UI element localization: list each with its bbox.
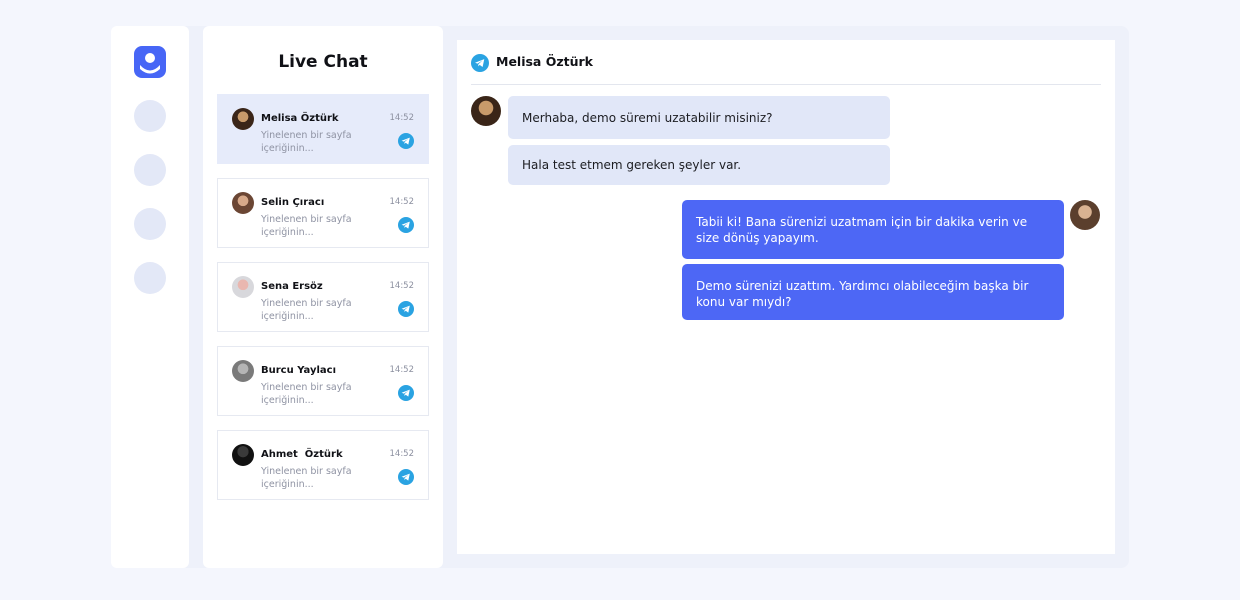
conversation-name: Burcu Yaylacı [261,365,337,376]
conversation-item-burcu[interactable]: Burcu Yaylacı 14:52 Yinelenen bir sayfa … [217,346,429,416]
conversation-preview: Yinelenen bir sayfa içeriğinin... [261,214,352,238]
conversation-time: 14:52 [389,281,415,291]
telegram-icon [398,301,414,317]
message-text: Demo sürenizi uzattım. Yardımcı olabilec… [696,279,1029,309]
chat-header: Melisa Öztürk [471,40,1101,85]
conversation-name: Ahmet Öztürk [261,449,343,460]
nav-item-3[interactable] [134,208,166,240]
conversation-time: 14:52 [389,113,415,123]
icon-rail [111,26,189,568]
nav-item-4[interactable] [134,262,166,294]
live-chat-app: Live Chat Melisa Öztürk 14:52 Yinelenen … [111,26,1129,568]
message-outgoing: Demo sürenizi uzattım. Yardımcı olabilec… [682,264,1064,320]
chat-header-title: Melisa Öztürk [496,54,593,69]
chat-panel: Melisa Öztürk Merhaba, demo süremi uzata… [457,40,1115,554]
message-text: Hala test etmem gereken şeyler var. [522,158,742,172]
telegram-icon [398,133,414,149]
list-title: Live Chat [278,52,368,72]
nav-item-1[interactable] [134,100,166,132]
message-incoming: Merhaba, demo süremi uzatabilir misiniz? [508,96,890,139]
conversation-item-melisa[interactable]: Melisa Öztürk 14:52 Yinelenen bir sayfa … [217,94,429,164]
conversation-preview: Yinelenen bir sayfa içeriğinin... [261,130,352,154]
avatar [232,276,254,298]
telegram-icon [398,217,414,233]
conversation-item-ahmet[interactable]: Ahmet Öztürk 14:52 Yinelenen bir sayfa i… [217,430,429,500]
conversation-preview: Yinelenen bir sayfa içeriğinin... [261,466,352,490]
avatar [232,360,254,382]
telegram-icon [471,54,489,72]
conversation-name: Selin Çıracı [261,197,325,208]
agent-avatar [1070,200,1100,230]
conversation-name: Melisa Öztürk [261,113,339,124]
message-text: Merhaba, demo süremi uzatabilir misiniz? [522,110,773,125]
conversation-time: 14:52 [389,197,415,207]
avatar [232,444,254,466]
conversation-preview: Yinelenen bir sayfa içeriğinin... [261,382,352,406]
logo-icon[interactable] [134,46,166,78]
conversation-name: Sena Ersöz [261,281,323,292]
avatar [232,192,254,214]
conversation-list: Live Chat Melisa Öztürk 14:52 Yinelenen … [203,26,443,568]
nav-item-2[interactable] [134,154,166,186]
conversation-time: 14:52 [389,365,415,375]
conversation-time: 14:52 [389,449,415,459]
message-text: Tabii ki! Bana sürenizi uzatmam için bir… [696,215,1028,245]
message-outgoing: Tabii ki! Bana sürenizi uzatmam için bir… [682,200,1064,259]
conversation-item-sena[interactable]: Sena Ersöz 14:52 Yinelenen bir sayfa içe… [217,262,429,332]
telegram-icon [398,385,414,401]
message-incoming: Hala test etmem gereken şeyler var. [508,145,890,185]
conversation-item-selin[interactable]: Selin Çıracı 14:52 Yinelenen bir sayfa i… [217,178,429,248]
contact-avatar [471,96,501,126]
avatar [232,108,254,130]
conversation-preview: Yinelenen bir sayfa içeriğinin... [261,298,352,322]
telegram-icon [398,469,414,485]
